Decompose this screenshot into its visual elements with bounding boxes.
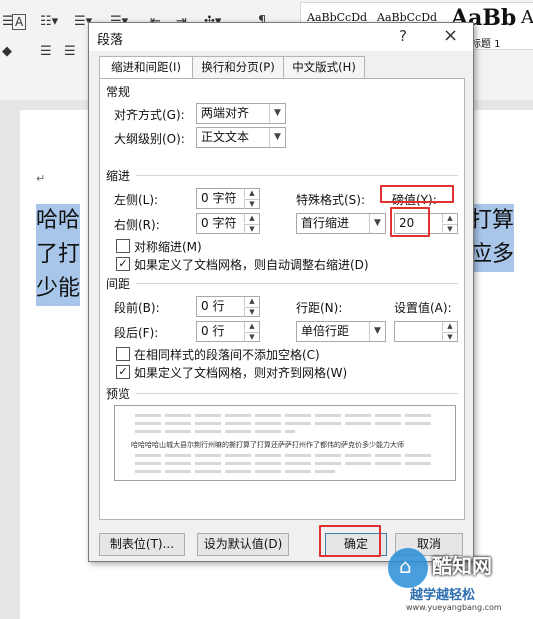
indent-left-value: 0 字符 <box>201 191 237 205</box>
outline-level-value: 正文文本 <box>201 130 250 144</box>
style-heading2[interactable]: A <box>521 7 533 28</box>
spin-up-icon[interactable]: ▲ <box>442 214 457 223</box>
doc-line3[interactable]: 少能 <box>36 272 81 306</box>
preview-sample-text: 哈哈哈哈山城大县尔荆行州嘛的撕打算了打算还萨萨打州作了都伟的萨克价多少能力大师 <box>131 441 404 449</box>
alignment-value: 两端对齐 <box>201 106 250 120</box>
watermark-slogan: 越学越轻松 <box>410 588 476 603</box>
preview-prev-line <box>135 430 295 433</box>
help-button[interactable]: ? <box>399 27 407 45</box>
preview-prev-line <box>135 414 435 417</box>
dialog-titlebar[interactable]: 段落 ? × <box>89 23 473 51</box>
spin-up-icon[interactable]: ▲ <box>244 322 259 331</box>
chevron-down-icon: ▼ <box>269 104 285 123</box>
align-left-icon[interactable]: ☰ <box>40 44 52 59</box>
chevron-down-icon: ▼ <box>369 214 385 233</box>
space-before-spinner[interactable]: 0 行 ▲ ▼ <box>196 296 260 317</box>
indent-right-spinner[interactable]: 0 字符 ▲ ▼ <box>196 213 260 234</box>
no-space-same-style-checkbox[interactable] <box>116 347 130 361</box>
tab-asian-typography[interactable]: 中文版式(H) <box>283 56 365 78</box>
preview-next-line <box>135 462 435 465</box>
tabs-button[interactable]: 制表位(T)... <box>99 533 185 556</box>
outline-level-select[interactable]: 正文文本 ▼ <box>196 127 286 148</box>
snap-to-grid-label[interactable]: 如果定义了文档网格，则对齐到网格(W) <box>134 364 347 381</box>
spin-down-icon[interactable]: ▼ <box>244 224 259 234</box>
special-indent-value: 首行缩进 <box>301 216 350 230</box>
spin-up-icon[interactable]: ▲ <box>244 214 259 223</box>
dialog-title: 段落 <box>97 33 124 48</box>
preview-next-line <box>135 470 335 473</box>
preview-next-line <box>135 454 435 457</box>
bullets-icon[interactable]: ☷▾ <box>40 14 58 29</box>
at-label: 设置值(A): <box>394 301 452 315</box>
line-spacing-value: 单倍行距 <box>301 324 350 338</box>
doc-line1-right[interactable]: 打算 <box>470 204 515 238</box>
char-border-icon[interactable]: A <box>12 14 27 30</box>
spin-down-icon[interactable]: ▼ <box>244 199 259 209</box>
mirror-indent-checkbox[interactable] <box>116 239 130 253</box>
doc-line1-left[interactable]: 哈哈 <box>36 204 81 238</box>
tab-indent-spacing[interactable]: 缩进和间距(I) <box>99 56 193 79</box>
indent-right-value: 0 字符 <box>201 216 237 230</box>
space-before-label: 段前(B): <box>114 301 160 315</box>
separator <box>136 175 458 176</box>
indent-right-label: 右侧(R): <box>114 218 160 232</box>
special-indent-label: 特殊格式(S): <box>296 193 366 207</box>
style-caption: 标题 1 <box>471 39 501 50</box>
wifi-icon: ⌂ <box>399 554 412 578</box>
close-button[interactable]: × <box>443 25 458 46</box>
chevron-down-icon: ▼ <box>269 128 285 147</box>
paragraph-dialog: 段落 ? × 缩进和间距(I) 换行和分页(P) 中文版式(H) 常规 对齐方式… <box>88 22 474 562</box>
space-after-spinner[interactable]: 0 行 ▲ ▼ <box>196 321 260 342</box>
special-indent-select[interactable]: 首行缩进 ▼ <box>296 213 386 234</box>
mirror-indent-label[interactable]: 对称缩进(M) <box>134 238 202 255</box>
watermark-logo: ⌂ <box>388 548 428 588</box>
section-spacing: 间距 <box>106 277 131 291</box>
tab-line-page-breaks[interactable]: 换行和分页(P) <box>192 56 284 78</box>
alignment-select[interactable]: 两端对齐 ▼ <box>196 103 286 124</box>
separator <box>136 283 458 284</box>
line-spacing-label: 行距(N): <box>296 301 343 315</box>
watermark-url: www.yueyangbang.com <box>406 603 502 612</box>
paragraph-mark-icon: ↵ <box>36 172 46 185</box>
spin-up-icon[interactable]: ▲ <box>244 297 259 306</box>
space-after-value: 0 行 <box>201 324 225 338</box>
align-center-icon[interactable]: ☰ <box>64 44 76 59</box>
chevron-down-icon: ▼ <box>369 322 385 341</box>
highlight-by-value <box>390 207 430 237</box>
indent-left-spinner[interactable]: 0 字符 ▲ ▼ <box>196 188 260 209</box>
watermark-brand: 酷知网 <box>432 554 492 578</box>
space-after-label: 段后(F): <box>114 326 159 340</box>
spin-up-icon[interactable]: ▲ <box>244 189 259 198</box>
set-default-button[interactable]: 设为默认值(D) <box>197 533 289 556</box>
section-general: 常规 <box>106 85 131 99</box>
snap-to-grid-checkbox[interactable]: ✓ <box>116 365 130 379</box>
space-before-value: 0 行 <box>201 299 225 313</box>
section-indent: 缩进 <box>106 169 131 183</box>
no-space-same-style-label[interactable]: 在相同样式的段落间不添加空格(C) <box>134 346 320 363</box>
line-spacing-select[interactable]: 单倍行距 ▼ <box>296 321 386 342</box>
outline-level-label: 大纲级别(O): <box>114 132 185 146</box>
spin-up-icon[interactable]: ▲ <box>442 322 457 331</box>
spin-down-icon[interactable]: ▼ <box>244 307 259 317</box>
highlight-by-label <box>380 185 454 203</box>
preview-box: 哈哈哈哈山城大县尔荆行州嘛的撕打算了打算还萨萨打州作了都伟的萨克价多少能力大师 <box>114 405 456 481</box>
spin-down-icon[interactable]: ▼ <box>442 332 457 342</box>
preview-prev-line <box>135 422 435 425</box>
doc-line2-left[interactable]: 了打 <box>36 238 81 272</box>
shading-icon[interactable]: ◆ <box>2 44 12 59</box>
spin-down-icon[interactable]: ▼ <box>244 332 259 342</box>
indent-left-label: 左侧(L): <box>114 193 159 207</box>
at-spinner[interactable]: ▲ ▼ <box>394 321 458 342</box>
section-preview: 预览 <box>106 387 131 401</box>
spin-down-icon[interactable]: ▼ <box>442 224 457 234</box>
separator <box>136 393 458 394</box>
tab-panel: 常规 对齐方式(G): 两端对齐 ▼ 大纲级别(O): 正文文本 ▼ 缩进 左侧… <box>99 78 465 520</box>
highlight-ok-button <box>319 525 381 557</box>
alignment-label: 对齐方式(G): <box>114 108 185 122</box>
auto-right-indent-checkbox[interactable]: ✓ <box>116 257 130 271</box>
doc-line2-right[interactable]: 应多 <box>470 238 515 272</box>
auto-right-indent-label[interactable]: 如果定义了文档网格，则自动调整右缩进(D) <box>134 256 369 273</box>
